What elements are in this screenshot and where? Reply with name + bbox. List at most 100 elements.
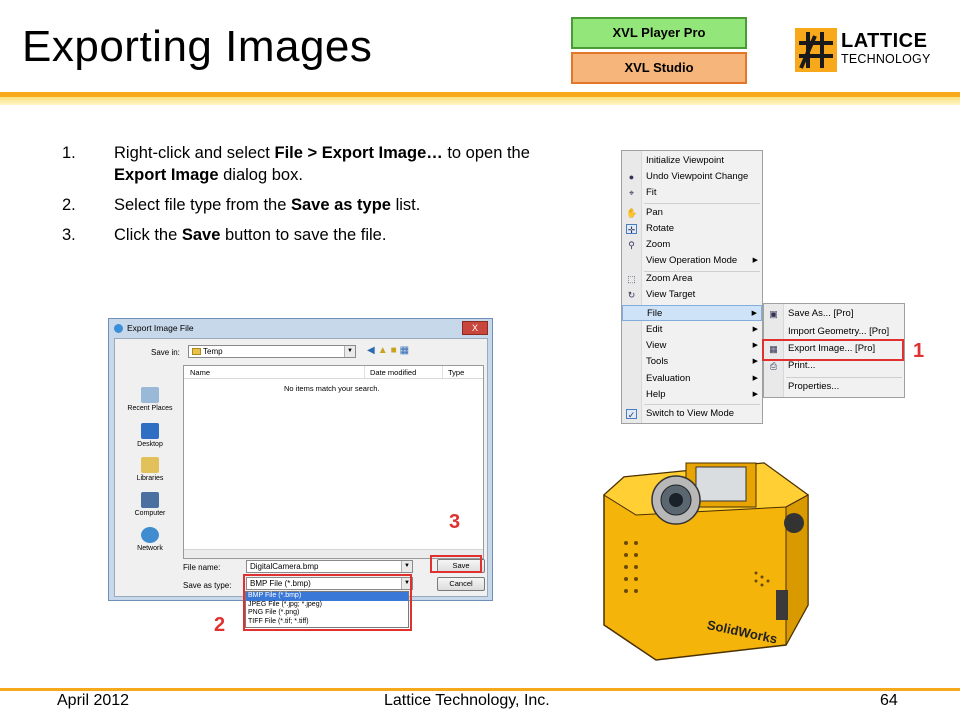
place-desktop[interactable]: Desktop — [121, 423, 179, 448]
menu-item-rotate[interactable]: ✛ Rotate — [622, 221, 762, 237]
menu-item-zoom-area[interactable]: ⬚ Zoom Area — [622, 271, 762, 287]
submenu-arrow-icon: ▶ — [752, 375, 758, 382]
close-button[interactable]: X — [462, 321, 488, 335]
footer-company: Lattice Technology, Inc. — [384, 692, 550, 709]
menu-item-initialize-viewpoint[interactable]: Initialize Viewpoint — [622, 153, 762, 169]
cancel-button[interactable]: Cancel — [437, 577, 485, 591]
logo-line2: TECHNOLOGY — [841, 52, 931, 66]
place-computer[interactable]: Computer — [121, 492, 179, 517]
up-folder-icon[interactable]: ▲ — [378, 345, 391, 356]
save-in-dropdown[interactable]: Temp ▼ — [188, 345, 356, 358]
fit-icon: ⌖ — [628, 188, 635, 198]
menu-item-view-target[interactable]: ↻ View Target — [622, 287, 762, 303]
menu-item-undo-viewpoint-change[interactable]: ● Undo Viewpoint Change — [622, 169, 762, 185]
menu-item-zoom[interactable]: ⚲ Zoom — [622, 237, 762, 253]
menu-item-label: Switch to View Mode — [646, 408, 735, 419]
menu-item-evaluation[interactable]: Evaluation ▶ — [622, 371, 762, 387]
rotate-icon: ✛ — [626, 224, 637, 235]
desktop-icon — [141, 423, 159, 439]
back-icon[interactable]: ◀ — [367, 345, 378, 356]
step-3: 3. Click the Save button to save the fil… — [62, 224, 572, 246]
step-number: 2. — [62, 196, 76, 214]
step-text-part: dialog box. — [218, 166, 303, 184]
network-icon — [141, 527, 159, 543]
menu-item-view-operation-mode[interactable]: View Operation Mode ▶ — [622, 253, 762, 269]
lattice-logo-icon — [795, 28, 837, 72]
camera-model-image: SolidWorks — [603, 462, 809, 661]
save-type-highlight — [243, 574, 412, 631]
zoom-icon: ⚲ — [628, 240, 635, 250]
submenu-item-properties[interactable]: Properties... — [764, 379, 904, 395]
menu-item-file[interactable]: File ▶ — [622, 305, 762, 321]
step-text-part: Click the — [114, 226, 182, 244]
menu-item-label: View — [646, 340, 667, 351]
menu-item-switch-to-view-mode[interactable]: ✓ Switch to View Mode — [622, 406, 762, 422]
menu-item-view[interactable]: View ▶ — [622, 338, 762, 354]
submenu-item-save-as[interactable]: ▣ Save As... [Pro] — [764, 306, 904, 322]
file-name-input[interactable]: DigitalCamera.bmp ▼ — [246, 560, 413, 573]
callout-2: 2 — [214, 614, 226, 636]
xvl-player-pro-badge: XVL Player Pro — [571, 17, 747, 49]
column-type[interactable]: Type — [448, 368, 464, 377]
place-label: Computer — [134, 510, 166, 517]
menu-item-label: Initialize Viewpoint — [646, 155, 724, 166]
submenu-arrow-icon: ▶ — [751, 310, 757, 317]
export-image-highlight — [762, 339, 904, 361]
save-as-type-label: Save as type: — [183, 581, 232, 590]
views-icon[interactable]: ▦ — [400, 345, 412, 356]
column-name[interactable]: Name — [190, 368, 210, 377]
menu-item-label: Zoom Area — [646, 273, 693, 284]
step-text-part: list. — [390, 196, 421, 214]
place-label: Desktop — [137, 441, 163, 448]
place-network[interactable]: Network — [121, 527, 179, 552]
file-name-label: File name: — [183, 563, 221, 572]
file-name-value: DigitalCamera.bmp — [250, 562, 319, 571]
file-list[interactable]: Name Date modified Type No items match y… — [183, 365, 484, 559]
save-in-label: Save in: — [151, 348, 180, 357]
footer-rule — [0, 688, 960, 691]
menu-item-tools[interactable]: Tools ▶ — [622, 354, 762, 370]
save-in-value: Temp — [203, 347, 223, 356]
xvl-studio-badge: XVL Studio — [571, 52, 747, 84]
menu-item-label: View Operation Mode — [646, 255, 738, 266]
step-1: 1. Right-click and select File > Export … — [62, 142, 572, 186]
chevron-down-icon[interactable]: ▼ — [344, 346, 355, 357]
computer-icon — [141, 492, 159, 508]
view-target-icon: ↻ — [627, 290, 636, 300]
footer-date: April 2012 — [57, 692, 130, 709]
submenu-arrow-icon: ▶ — [752, 342, 758, 349]
menu-item-help[interactable]: Help ▶ — [622, 387, 762, 403]
step-number: 3. — [62, 226, 76, 244]
step-text: Right-click and select File > Export Ima… — [114, 142, 572, 186]
menu-item-edit[interactable]: Edit ▶ — [622, 322, 762, 338]
menu-item-label: Pan — [646, 207, 663, 218]
column-date-modified[interactable]: Date modified — [370, 368, 416, 377]
submenu-arrow-icon: ▶ — [752, 391, 758, 398]
eye-icon: ● — [628, 172, 635, 182]
step-text-part: Right-click and select — [114, 144, 275, 162]
place-recent[interactable]: Recent Places — [121, 387, 179, 412]
logo-line1: LATTICE — [841, 30, 928, 52]
dialog-title: Export Image File — [127, 323, 194, 333]
menu-item-label: Evaluation — [646, 373, 691, 384]
step-text-bold: Export Image — [114, 166, 219, 184]
chevron-down-icon[interactable]: ▼ — [401, 561, 412, 572]
step-text-bold: File > Export Image… — [274, 144, 443, 162]
step-text-bold: Save as type — [291, 196, 391, 214]
new-folder-icon[interactable]: ■ — [391, 345, 400, 356]
menu-item-fit[interactable]: ⌖ Fit — [622, 185, 762, 201]
slide-title: Exporting Images — [22, 22, 373, 71]
place-libraries[interactable]: Libraries — [121, 457, 179, 482]
menu-separator — [644, 404, 760, 405]
hand-icon: ✋ — [626, 208, 638, 218]
step-text: Select file type from the Save as type l… — [114, 194, 572, 216]
libraries-icon — [141, 457, 159, 473]
step-text-part: button to save the file. — [220, 226, 387, 244]
place-label: Network — [137, 545, 163, 552]
submenu-item-import-geometry[interactable]: Import Geometry... [Pro] — [764, 324, 904, 340]
menu-item-pan[interactable]: ✋ Pan — [622, 205, 762, 221]
view-mode-icon: ✓ — [626, 409, 637, 420]
lattice-logo: LATTICE TECHNOLOGY — [795, 28, 935, 74]
menu-item-label: Fit — [646, 187, 657, 198]
menu-item-label: View Target — [646, 289, 696, 300]
